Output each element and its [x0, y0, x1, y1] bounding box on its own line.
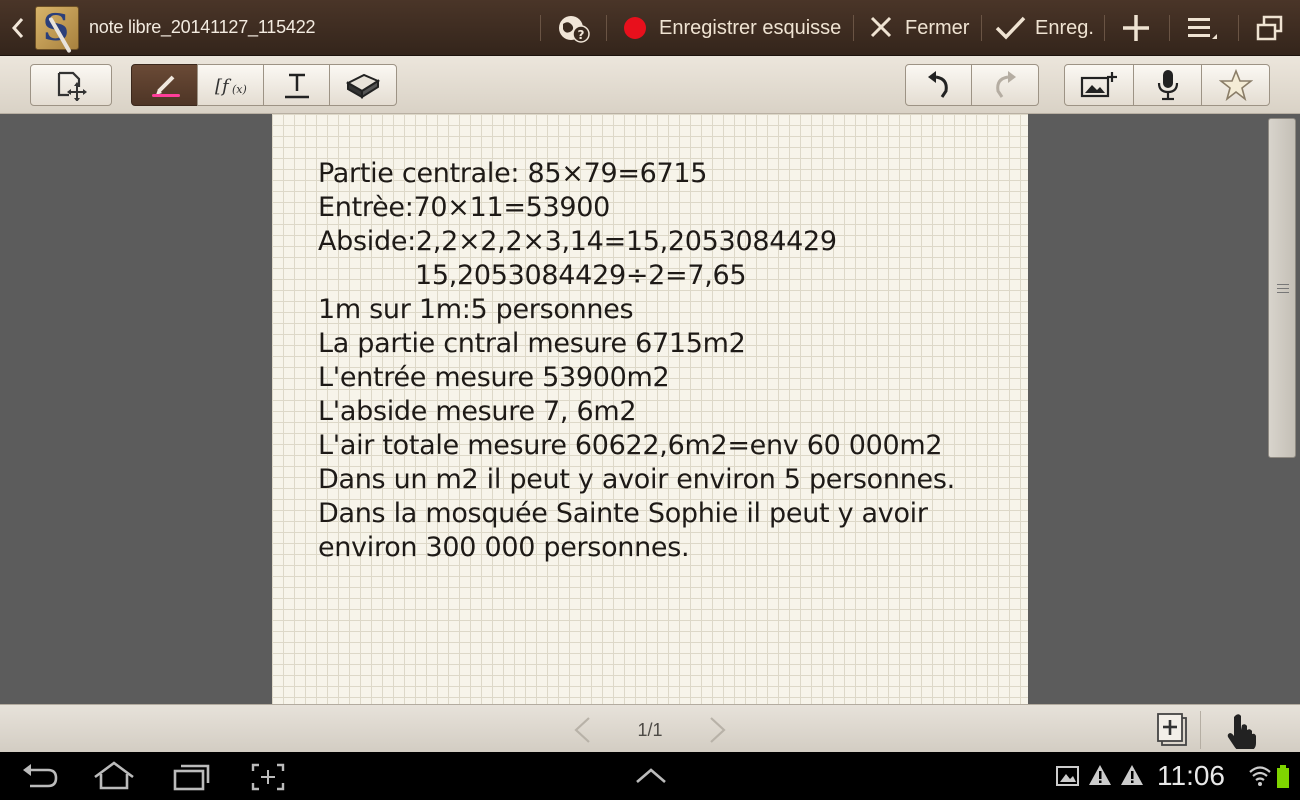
multi-window-icon [1256, 15, 1283, 41]
add-page-icon [1157, 713, 1187, 746]
hand-mode-button[interactable] [1222, 711, 1262, 753]
page-indicator: 1/1 [637, 720, 663, 740]
insert-image-icon [1080, 72, 1117, 98]
note-line: Entrèe:70×11=53900 [318, 192, 611, 223]
multi-window-button[interactable] [1255, 0, 1285, 56]
add-button[interactable] [1121, 0, 1151, 56]
redo-button[interactable] [971, 64, 1039, 106]
tool-bar: [f (x) [0, 56, 1300, 114]
canvas-area: Partie centrale: 85×79=6715 Entrèe:70×11… [0, 114, 1300, 704]
overflow-menu-icon [1188, 18, 1217, 39]
save-button[interactable]: Enreg. [994, 0, 1094, 56]
warning-icon [1088, 764, 1112, 790]
globe-help-icon: ? [559, 16, 590, 43]
app-logo[interactable]: S [35, 6, 79, 54]
next-page-button[interactable] [706, 714, 730, 750]
note-line: 1m sur 1m:5 personnes [318, 294, 634, 325]
home-icon [94, 761, 134, 790]
formula-tool-button[interactable]: [f (x) [197, 64, 264, 106]
back-arrow-icon [23, 764, 58, 788]
eraser-tool-button[interactable] [329, 64, 397, 106]
note-line: Dans un m2 il peut y avoir environ 5 per… [318, 464, 955, 495]
warning-icon [1120, 764, 1144, 790]
note-title: note libre_20141127_115422 [89, 17, 316, 37]
menu-button[interactable] [1185, 0, 1219, 56]
recent-apps-button[interactable] [172, 762, 212, 796]
page-navigation-bar: 1/1 [0, 704, 1300, 752]
microphone-icon [1157, 70, 1178, 101]
close-button[interactable]: Fermer [868, 0, 969, 56]
star-icon [1218, 69, 1253, 101]
svg-text:(x): (x) [232, 83, 247, 96]
close-icon [870, 16, 892, 38]
undo-icon [927, 71, 948, 98]
insert-image-button[interactable] [1064, 64, 1134, 106]
svg-text:?: ? [578, 28, 585, 42]
add-page-button[interactable] [1155, 712, 1191, 752]
chevron-right-icon [710, 717, 726, 743]
eraser-icon [345, 73, 381, 99]
previous-page-button[interactable] [570, 714, 594, 750]
undo-button[interactable] [905, 64, 972, 106]
wifi-icon [1248, 763, 1272, 793]
system-back-button[interactable] [20, 762, 60, 796]
record-dot-icon [624, 17, 646, 39]
note-page[interactable]: Partie centrale: 85×79=6715 Entrèe:70×11… [272, 114, 1028, 704]
redo-icon [996, 71, 1016, 98]
system-home-button[interactable] [92, 760, 136, 796]
action-bar: S note libre_20141127_115422 ? Enregistr… [0, 0, 1300, 56]
note-line: L'air totale mesure 60622,6m2=env 60 000… [318, 430, 943, 461]
note-line: L'entrée mesure 53900m2 [318, 362, 670, 393]
scroll-grip-icon [1277, 284, 1289, 294]
chevron-up-icon [636, 768, 666, 783]
battery-icon [1276, 765, 1290, 793]
select-move-button[interactable] [30, 64, 112, 106]
note-line: environ 300 000 personnes. [318, 532, 690, 563]
clock: 11:06 [1157, 760, 1225, 791]
close-label: Fermer [905, 16, 970, 39]
hand-pointer-icon [1227, 714, 1256, 751]
screenshot-icon [251, 763, 285, 791]
svg-text:[f: [f [215, 76, 232, 97]
screenshot-button[interactable] [250, 762, 288, 796]
note-line: Abside:2,2×2,2×3,14=15,2053084429 [318, 226, 837, 257]
pen-color-indicator [152, 94, 180, 97]
world-help-button[interactable]: ? [555, 0, 591, 56]
record-sketch-button[interactable]: Enregistrer esquisse [623, 0, 841, 56]
favorite-button[interactable] [1201, 64, 1270, 106]
save-label: Enreg. [1035, 16, 1094, 39]
system-navigation-bar: 11:06 [0, 752, 1300, 800]
recent-apps-icon [173, 764, 210, 791]
back-chevron-icon[interactable] [8, 14, 28, 42]
note-line: La partie cntral mesure 6715m2 [318, 328, 746, 359]
pen-tool-button[interactable] [131, 64, 198, 106]
note-line: 15,2053084429÷2=7,65 [415, 260, 747, 291]
select-move-icon [57, 71, 87, 101]
text-tool-button[interactable] [263, 64, 330, 106]
formula-icon: [f (x) [215, 76, 247, 97]
plus-icon [1123, 15, 1149, 41]
note-line: Partie centrale: 85×79=6715 [318, 158, 708, 189]
checkmark-icon [995, 16, 1026, 40]
record-sketch-label: Enregistrer esquisse [659, 16, 842, 39]
note-line: L'abside mesure 7, 6m2 [318, 396, 637, 427]
text-icon [284, 73, 309, 99]
expand-panel-button[interactable] [633, 764, 669, 792]
chevron-left-icon [574, 717, 590, 743]
gallery-notification-icon [1056, 765, 1080, 791]
vertical-scrollbar[interactable] [1268, 118, 1296, 458]
note-line: Dans la mosquée Sainte Sophie il peut y … [318, 498, 928, 529]
voice-record-button[interactable] [1133, 64, 1202, 106]
